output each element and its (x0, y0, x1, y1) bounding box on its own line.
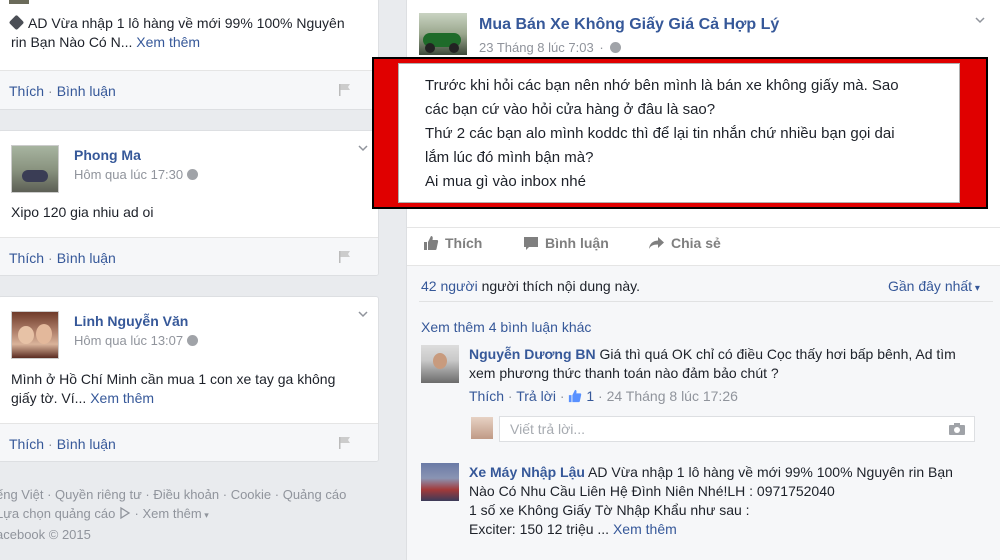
footer-language[interactable]: ếng Việt (0, 487, 43, 502)
like-link[interactable]: Thích (9, 436, 44, 452)
flag-icon[interactable] (338, 250, 352, 264)
comment-reply-link[interactable]: Trả lời (516, 388, 556, 404)
thumbs-up-icon (569, 389, 582, 403)
author-name[interactable]: Linh Nguyễn Văn (74, 313, 198, 329)
like-button-label: Thích (445, 235, 483, 251)
comment-text-2: Nào Có Nhu Cầu Liên Hệ Đình Niên Nhé!LH … (469, 483, 835, 499)
more-comments-link[interactable]: Xem thêm 4 bình luận khác (421, 319, 591, 335)
post-time[interactable]: Hôm qua lúc 13:07 (74, 333, 183, 348)
avatar[interactable] (11, 311, 59, 359)
post-text: Mình ở Hồ Chí Minh cần mua 1 con xe tay … (11, 371, 336, 387)
page-avatar[interactable] (419, 13, 467, 55)
left-post-1-actions: Thích · Bình luận (0, 70, 378, 109)
post-body-line: Thứ 2 các bạn alo mình koddc thì để lại … (425, 125, 895, 142)
comment-text-4: Exciter: 150 12 triệu ... (469, 521, 610, 537)
comment-button[interactable]: Bình luận (523, 235, 609, 251)
chevron-down-icon[interactable] (358, 143, 368, 153)
comment-link[interactable]: Bình luận (57, 83, 116, 99)
commenter-avatar[interactable] (421, 345, 459, 383)
footer-ad-choices[interactable]: Lựa chọn quảng cáo (0, 506, 115, 521)
globe-icon (609, 42, 621, 53)
share-icon (649, 237, 664, 249)
footer-ads[interactable]: Quảng cáo (283, 487, 347, 502)
comment-text-2: xem phương thức thanh toán nào đảm bảo c… (469, 365, 779, 381)
flag-icon[interactable] (338, 83, 352, 97)
post-text-2: giấy tờ. Ví... (11, 390, 87, 406)
like-button[interactable]: Thích (423, 235, 482, 251)
likes-text: người thích nội dung này. (481, 278, 640, 294)
avatar[interactable] (11, 145, 59, 193)
post-body-line: Trước khi hỏi các bạn nên nhớ bên mình l… (425, 77, 899, 94)
see-more-link[interactable]: Xem thêm (613, 521, 677, 537)
footer-see-more[interactable]: Xem thêm (143, 506, 202, 521)
comment-link[interactable]: Bình luận (57, 436, 116, 452)
caret-down-icon[interactable]: ▾ (972, 283, 980, 294)
post-text: Xipo 120 gia nhiu ad oi (11, 204, 154, 220)
comment-text: AD Vừa nhập 1 lô hàng về mới 99% 100% Ng… (588, 464, 953, 480)
comment-like-count[interactable]: 1 (586, 388, 594, 404)
post-body-highlight: Trước khi hỏi các bạn nên nhớ bên mình l… (372, 57, 988, 209)
commenter-avatar[interactable] (421, 463, 459, 501)
post-body: Trước khi hỏi các bạn nên nhớ bên mình l… (398, 63, 960, 203)
see-more-link[interactable]: Xem thêm (90, 390, 154, 406)
globe-icon (187, 169, 199, 180)
left-post-1-text-2: rin Bạn Nào Có N... (11, 34, 133, 50)
flag-icon[interactable] (338, 436, 352, 450)
post-time[interactable]: 23 Tháng 8 lúc 7:03 (479, 40, 594, 55)
reply-input[interactable]: Viết trả lời... (499, 416, 975, 442)
post-body-line: lắm lúc đó mình bận mà? (425, 149, 594, 166)
post-body-line: các bạn cứ vào hỏi cửa hàng ở đâu là sao… (425, 101, 716, 118)
camera-icon[interactable] (948, 422, 966, 436)
share-button[interactable]: Chia sẻ (648, 235, 721, 251)
left-post-1-see-more[interactable]: Xem thêm (136, 34, 200, 50)
chevron-down-icon[interactable] (975, 15, 985, 25)
like-link[interactable]: Thích (9, 83, 44, 99)
left-post-card-3: Linh Nguyễn Văn Hôm qua lúc 13:07 Mình ở… (0, 296, 379, 462)
left-post-1-thumb (9, 0, 29, 4)
left-post-card-1: AD Vừa nhập 1 lô hàng về mới 99% 100% Ng… (0, 0, 379, 110)
globe-icon (187, 335, 199, 346)
ad-choices-icon[interactable] (119, 506, 131, 520)
author-name[interactable]: Phong Ma (74, 147, 198, 163)
like-link[interactable]: Thích (9, 250, 44, 266)
footer-cookie[interactable]: Cookie (231, 487, 271, 502)
comment-text: Giá thì quá OK chỉ có điều Cọc thấy hơi … (599, 346, 956, 362)
post-body-line: Ai mua gì vào inbox nhé (425, 173, 586, 190)
caret-down-icon: ▾ (201, 510, 209, 520)
reply-placeholder: Viết trả lời... (510, 421, 586, 437)
footer-terms[interactable]: Điều khoản (153, 487, 219, 502)
commenter-name[interactable]: Nguyễn Dương BN (469, 346, 596, 362)
comment-button-label: Bình luận (545, 235, 609, 251)
sort-dropdown[interactable]: Gần đây nhất (888, 278, 972, 294)
likes-count-link[interactable]: 42 người (421, 278, 478, 294)
post-time[interactable]: Hôm qua lúc 17:30 (74, 167, 183, 182)
tag-icon (8, 14, 25, 31)
chevron-down-icon[interactable] (358, 309, 368, 319)
footer-privacy[interactable]: Quyền riêng tư (55, 487, 142, 502)
left-post-2-actions: Thích · Bình luận (0, 237, 378, 275)
left-post-card-2: Phong Ma Hôm qua lúc 17:30 Xipo 120 gia … (0, 130, 379, 276)
left-post-1-text: AD Vừa nhập 1 lô hàng về mới 99% 100% Ng… (28, 15, 345, 31)
comment-time[interactable]: 24 Tháng 8 lúc 17:26 (607, 388, 738, 404)
thumbs-up-icon (424, 236, 439, 250)
page-name[interactable]: Mua Bán Xe Không Giấy Giá Cả Hợp Lý (479, 16, 779, 34)
left-footer: ếng Việt · Quyền riêng tư · Điều khoản ·… (0, 485, 396, 544)
commenter-name[interactable]: Xe Máy Nhập Lậu (469, 464, 585, 480)
comment-like-link[interactable]: Thích (469, 388, 504, 404)
my-avatar (471, 417, 493, 439)
comment-text-3: 1 số xe Không Giấy Tờ Nhập Khẩu như sau … (469, 502, 750, 518)
left-post-3-actions: Thích · Bình luận (0, 423, 378, 461)
comment-link[interactable]: Bình luận (57, 250, 116, 266)
footer-copyright: acebook © 2015 (0, 527, 91, 542)
comment-icon (524, 236, 538, 250)
share-button-label: Chia sẻ (671, 235, 721, 251)
